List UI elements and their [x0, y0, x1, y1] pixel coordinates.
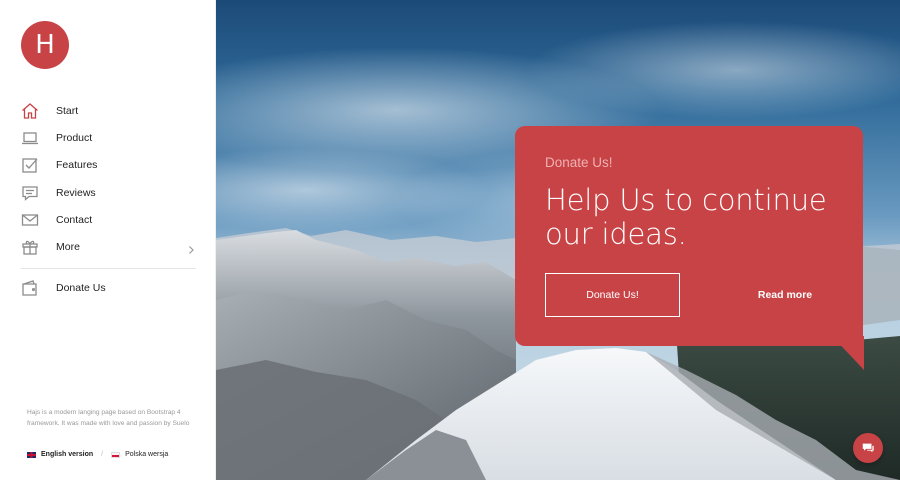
logo[interactable]: H [21, 21, 69, 69]
read-more-button[interactable]: Read more [725, 273, 845, 317]
lang-english-link[interactable]: English version [41, 451, 93, 458]
gift-icon [21, 238, 39, 256]
nav-item-label: Reviews [56, 186, 96, 199]
lang-separator: / [101, 451, 104, 458]
nav-item-label: Contact [56, 213, 93, 226]
card-speech-tail [832, 336, 864, 370]
laptop-icon [21, 129, 39, 147]
nav-item-label: Start [56, 104, 79, 117]
donate-button[interactable]: Donate Us! [545, 273, 680, 317]
envelope-icon [21, 211, 39, 229]
nav-item-features[interactable]: Features [21, 152, 196, 179]
pl-flag-icon [111, 451, 121, 458]
chat-button[interactable] [853, 433, 883, 463]
about-text: Hajs is a modern langing page based on B… [27, 409, 190, 427]
sidebar: H Start Product Features Reviews Contact… [0, 0, 216, 480]
donate-card: Donate Us! Help Us to continue our ideas… [515, 126, 863, 346]
language-switcher: English version / Polska wersja [27, 451, 168, 458]
logo-letter: H [35, 30, 55, 60]
card-headline: Help Us to continue our ideas. [545, 183, 827, 251]
lang-polish-link[interactable]: Polska wersja [125, 451, 168, 458]
checkbox-icon [21, 156, 39, 174]
nav-item-label: Product [56, 131, 93, 144]
hero-section: Donate Us! Help Us to continue our ideas… [216, 0, 900, 480]
nav-item-start[interactable]: Start [21, 97, 196, 124]
nav-item-contact[interactable]: Contact [21, 206, 196, 233]
nav-item-donate[interactable]: Donate Us [21, 275, 196, 302]
chevron-right-icon [186, 242, 196, 255]
nav-item-product[interactable]: Product [21, 124, 196, 151]
nav-item-label: More [56, 241, 80, 254]
home-icon [21, 102, 39, 120]
main-nav: Start Product Features Reviews Contact M… [21, 97, 196, 302]
wallet-icon [21, 279, 39, 297]
nav-item-label: Donate Us [56, 282, 106, 295]
nav-item-label: Features [56, 159, 98, 172]
uk-flag-icon [27, 451, 36, 458]
nav-item-reviews[interactable]: Reviews [21, 179, 196, 206]
chat-icon [861, 441, 875, 455]
nav-divider [21, 267, 196, 269]
card-kicker: Donate Us! [545, 155, 613, 170]
chat-bubble-icon [21, 184, 39, 202]
nav-item-more[interactable]: More [21, 233, 196, 260]
